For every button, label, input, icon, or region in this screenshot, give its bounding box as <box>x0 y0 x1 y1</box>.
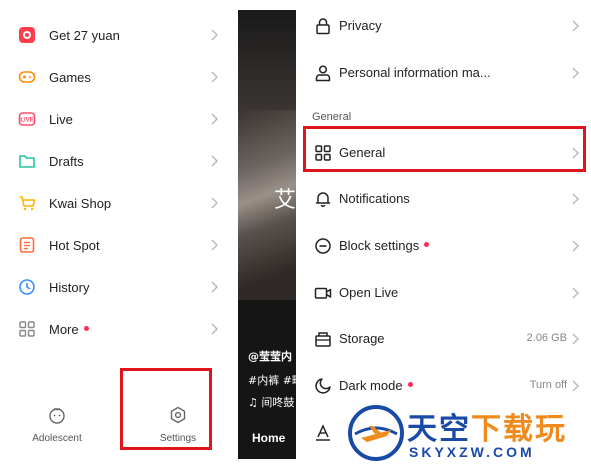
video-frame-top <box>238 10 296 110</box>
video-camera-icon <box>314 287 332 299</box>
setting-privacy[interactable]: Privacy <box>296 4 591 48</box>
chevron-right-icon <box>572 380 580 392</box>
storage-size: 2.06 GB <box>526 332 567 344</box>
gift-icon <box>18 26 36 44</box>
chevron-right-icon <box>211 113 219 125</box>
menu-item-label: Kwai Shop <box>49 195 112 211</box>
live-icon: LIVE <box>18 110 36 128</box>
menu-item-live[interactable]: LIVE Live <box>0 98 238 140</box>
setting-notifications[interactable]: Notifications <box>296 177 591 221</box>
chevron-right-icon <box>211 323 219 335</box>
watermark-title: 天空下载玩 <box>407 412 567 447</box>
chevron-right-icon <box>211 29 219 41</box>
lock-icon <box>316 18 330 35</box>
chevron-right-icon <box>572 333 580 345</box>
chevron-right-icon <box>572 20 580 32</box>
video-username[interactable]: @莹莹内 <box>248 348 292 364</box>
setting-label: Dark mode <box>339 378 413 393</box>
setting-storage[interactable]: Storage 2.06 GB <box>296 317 591 361</box>
chevron-right-icon <box>211 197 219 209</box>
gamepad-icon <box>18 68 36 86</box>
setting-label: Privacy <box>339 18 382 33</box>
settings-panel: Privacy Personal information ma... Gener… <box>296 0 591 466</box>
chevron-right-icon <box>572 67 580 79</box>
chevron-right-icon <box>211 71 219 83</box>
menu-item-history[interactable]: History <box>0 266 238 308</box>
chevron-right-icon <box>211 155 219 167</box>
chevron-right-icon <box>211 281 219 293</box>
setting-label: Personal information ma... <box>339 65 491 80</box>
setting-block-settings[interactable]: Block settings <box>296 224 591 268</box>
dark-mode-status: Turn off <box>529 379 567 391</box>
setting-label: Storage <box>339 331 385 346</box>
menu-item-games[interactable]: Games <box>0 56 238 98</box>
menu-item-label: Hot Spot <box>49 237 100 253</box>
clock-icon <box>18 278 36 296</box>
notification-dot <box>407 382 413 388</box>
chevron-right-icon <box>211 239 219 251</box>
menu-item-more[interactable]: More <box>0 308 238 350</box>
video-music[interactable]: ♫ 间咚鼓 <box>248 394 294 410</box>
menu-item-drafts[interactable]: Drafts <box>0 140 238 182</box>
chevron-right-icon <box>572 287 580 299</box>
block-icon <box>315 238 331 254</box>
section-title-general: General <box>312 111 352 123</box>
general-highlight-box <box>303 126 586 172</box>
setting-label: Open Live <box>339 285 399 300</box>
home-tab[interactable]: Home <box>252 431 285 445</box>
menu-item-label: History <box>49 279 90 295</box>
font-icon <box>316 424 330 441</box>
plane-logo-icon <box>348 405 404 461</box>
watermark-url: SKYXZW.COM <box>409 444 535 460</box>
menu-item-get-27-yuan[interactable]: Get 27 yuan <box>0 14 238 56</box>
menu-item-label: More <box>49 322 89 337</box>
setting-label: Block settings <box>339 238 430 253</box>
cart-icon <box>18 194 36 212</box>
menu-item-hot-spot[interactable]: Hot Spot <box>0 224 238 266</box>
person-icon <box>315 65 331 82</box>
fire-doc-icon <box>18 236 36 254</box>
video-feed[interactable]: 艾 @莹莹内 #内裤 #畦 ♫ 间咚鼓 Home <box>238 10 296 459</box>
menu-item-label: Get 27 yuan <box>49 27 120 43</box>
adolescent-button[interactable]: Adolescent <box>12 398 102 450</box>
menu-item-label: Games <box>49 69 91 85</box>
side-menu: Get 27 yuan Games LIVE Live Drafts Kwai … <box>0 0 238 466</box>
video-overlay-text: 艾 <box>274 188 296 213</box>
bell-icon <box>315 192 331 207</box>
setting-open-live[interactable]: Open Live <box>296 271 591 315</box>
grid-icon <box>18 320 36 338</box>
storage-icon <box>315 332 331 347</box>
setting-personal-information[interactable]: Personal information ma... <box>296 51 591 95</box>
menu-item-kwai-shop[interactable]: Kwai Shop <box>0 182 238 224</box>
chevron-right-icon <box>572 193 580 205</box>
menu-item-label: Live <box>49 111 73 127</box>
svg-text:LIVE: LIVE <box>20 118 33 124</box>
menu-item-label: Drafts <box>49 153 84 169</box>
face-icon <box>49 407 65 424</box>
notification-dot <box>424 242 430 248</box>
moon-icon <box>315 378 331 394</box>
settings-highlight-box <box>120 368 212 450</box>
video-tags[interactable]: #内裤 #畦 <box>248 372 296 388</box>
setting-label: Notifications <box>339 191 410 206</box>
folder-icon <box>18 152 36 170</box>
adolescent-label: Adolescent <box>32 433 82 444</box>
watermark-logo: 天空下载玩 SKYXZW.COM <box>345 402 591 466</box>
notification-dot <box>83 325 89 331</box>
chevron-right-icon <box>572 240 580 252</box>
